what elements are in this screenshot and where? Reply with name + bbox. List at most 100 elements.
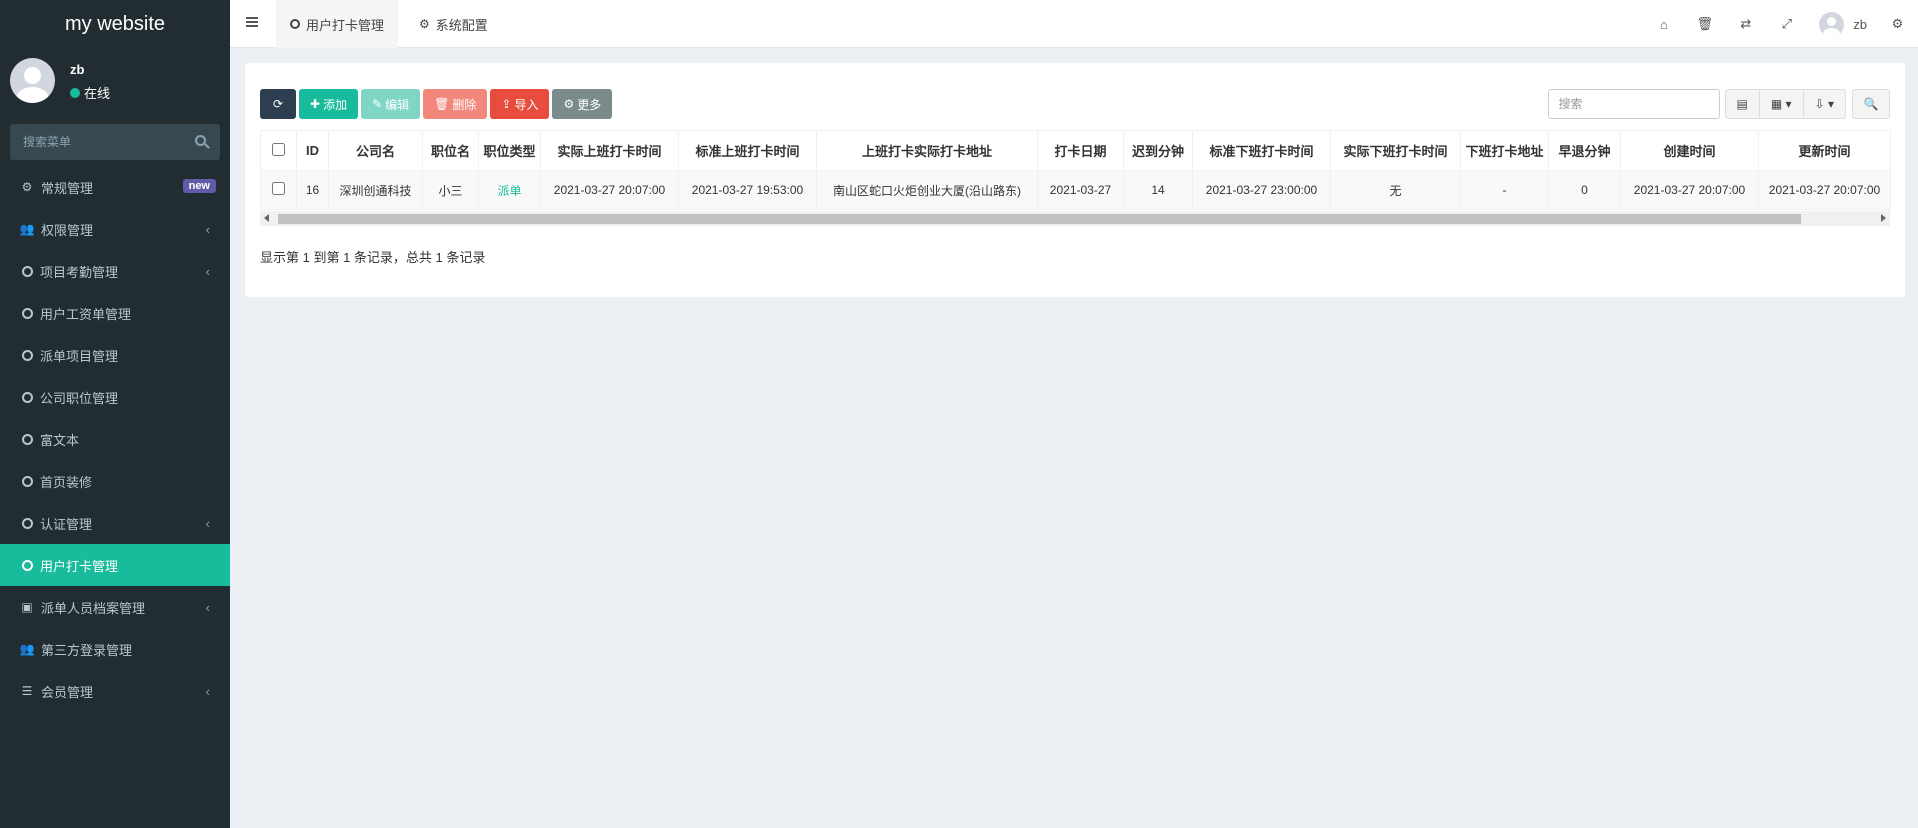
sidebar-item-third-party-login[interactable]: 👥 第三方登录管理 <box>0 628 230 670</box>
circle-icon <box>22 517 33 529</box>
column-header[interactable]: 创建时间 <box>1620 130 1759 171</box>
sidebar-item-label: 用户打卡管理 <box>40 558 119 574</box>
toggle-view-button[interactable]: ▤ <box>1724 89 1760 119</box>
column-header[interactable]: 下班打卡地址 <box>1460 130 1549 171</box>
add-label: 添加 <box>323 97 348 112</box>
column-header[interactable]: 实际上班打卡时间 <box>540 130 679 171</box>
table-cell: 2021-03-27 23:00:00 <box>1192 170 1331 210</box>
table-search-input[interactable] <box>1547 89 1720 119</box>
table-cell: 2021-03-27 20:07:00 <box>1758 170 1891 210</box>
columns-button[interactable]: ▦ ▾ <box>1758 89 1804 119</box>
column-header[interactable]: 更新时间 <box>1758 130 1891 171</box>
column-header[interactable]: 上班打卡实际打卡地址 <box>816 130 1038 171</box>
checkin-table: ID 公司名 职位名 职位类型 实际上班打卡时间 标准上班打卡时间 上班打卡实际… <box>260 130 1891 210</box>
position-type-link[interactable]: 派单 <box>478 170 541 210</box>
sidebar-item-label: 认证管理 <box>40 516 93 532</box>
column-header[interactable]: 实际下班打卡时间 <box>1330 130 1461 171</box>
top-user-menu[interactable]: zb <box>1819 11 1867 37</box>
column-header[interactable]: 标准下班打卡时间 <box>1192 130 1331 171</box>
row-checkbox[interactable] <box>272 182 285 195</box>
sidebar-item-general[interactable]: ⚙ 常规管理 new <box>0 166 230 208</box>
sidebar-item-label: 用户工资单管理 <box>40 306 132 322</box>
refresh-button[interactable]: ⟳ <box>260 89 296 119</box>
table-cell: 南山区蛇口火炬创业大厦(沿山路东) <box>816 170 1038 210</box>
horizontal-scrollbar[interactable] <box>260 211 1890 226</box>
add-button[interactable]: ✚ 添加 <box>299 89 359 119</box>
row-select-cell <box>260 170 297 210</box>
delete-label: 删除 <box>452 97 477 112</box>
home-icon[interactable]: ⌂ <box>1643 17 1684 32</box>
select-all-checkbox[interactable] <box>272 142 285 156</box>
circle-icon <box>290 19 300 29</box>
column-header[interactable]: 打卡日期 <box>1037 130 1124 171</box>
refresh-icon: ⟳ <box>272 97 284 111</box>
column-header[interactable]: 迟到分钟 <box>1123 130 1193 171</box>
table-view-icon: ▤ <box>1736 97 1748 111</box>
import-button[interactable]: ⇪ 导入 <box>490 89 550 119</box>
app-logo[interactable]: my website <box>0 0 230 48</box>
sidebar-item-label: 项目考勤管理 <box>40 264 119 280</box>
cogs-icon: ⚙ <box>21 180 33 194</box>
table-cell: 2021-03-27 <box>1037 170 1124 210</box>
more-button[interactable]: ⚙ 更多 <box>552 89 613 119</box>
sidebar-item-checkin[interactable]: 用户打卡管理 <box>0 544 230 586</box>
scroll-left-icon[interactable] <box>264 214 269 222</box>
column-header[interactable]: 标准上班打卡时间 <box>678 130 817 171</box>
translate-icon[interactable]: ⇄ <box>1725 16 1766 32</box>
circle-icon <box>22 349 33 361</box>
table-row[interactable]: 16 深圳创通科技 小三 派单 2021-03-27 20:07:00 2021… <box>260 170 1891 210</box>
column-header[interactable]: 公司名 <box>328 130 423 171</box>
plus-icon: ✚ <box>310 97 321 111</box>
table-right-tools: ▤ ▦ ▾ ⇩ ▾ 🔍 <box>1547 89 1890 119</box>
online-dot-icon <box>70 87 80 98</box>
sidebar-item-members[interactable]: ☰ 会员管理 ‹ <box>0 670 230 712</box>
edit-button[interactable]: ✎ 编辑 <box>361 89 421 119</box>
circle-icon <box>22 559 33 571</box>
user-status-text: 在线 <box>84 86 111 101</box>
tab-system-config[interactable]: ⚙ 系统配置 <box>405 0 502 48</box>
column-header[interactable]: 职位类型 <box>478 130 541 171</box>
sidebar-item-dispatch-project[interactable]: 派单项目管理 <box>0 334 230 376</box>
column-header[interactable]: 职位名 <box>422 130 479 171</box>
sidebar-item-attendance[interactable]: 项目考勤管理 ‹ <box>0 250 230 292</box>
delete-button[interactable]: 🗑 删除 <box>423 89 488 119</box>
tab-checkin[interactable]: 用户打卡管理 <box>276 0 399 48</box>
table-cell: 16 <box>296 170 329 210</box>
fullscreen-icon[interactable]: ⤢ <box>1766 16 1807 32</box>
menu-search-input[interactable] <box>10 124 220 160</box>
sidebar-item-label: 第三方登录管理 <box>41 642 133 658</box>
table-cell: 2021-03-27 20:07:00 <box>1620 170 1759 210</box>
sidebar-item-company-position[interactable]: 公司职位管理 <box>0 376 230 418</box>
sidebar-item-permission[interactable]: 👥 权限管理 ‹ <box>0 208 230 250</box>
column-header[interactable]: 早退分钟 <box>1548 130 1621 171</box>
scroll-right-icon[interactable] <box>1881 214 1886 222</box>
user-panel: zb 在线 <box>0 48 230 116</box>
circle-icon <box>22 265 33 277</box>
pagination-info: 显示第 1 到第 1 条记录，总共 1 条记录 <box>260 250 486 265</box>
trash-icon[interactable]: 🗑 <box>1684 16 1725 32</box>
cogs-icon[interactable]: ⚙ <box>1877 16 1918 32</box>
circle-icon <box>22 307 33 319</box>
user-name: zb <box>70 62 85 77</box>
search-icon[interactable] <box>195 135 206 146</box>
grid-icon: ▦ ▾ <box>1770 97 1792 111</box>
export-icon: ⇩ ▾ <box>1814 97 1834 111</box>
sidebar-item-label: 权限管理 <box>41 222 94 238</box>
content-panel: ⟳ ✚添加 ✎编辑 🗑删除 ⇪导入 ⚙更多 ▤ ▦ ▾ ⇩ ▾ 🔍 ID 公司名… <box>245 63 1905 297</box>
sidebar-item-payroll[interactable]: 用户工资单管理 <box>0 292 230 334</box>
advanced-search-button[interactable]: 🔍 <box>1852 89 1890 119</box>
sidebar-item-rich-text[interactable]: 富文本 <box>0 418 230 460</box>
sidebar-item-label: 常规管理 <box>41 180 94 196</box>
scrollbar-thumb[interactable] <box>278 214 1801 224</box>
sidebar-item-auth[interactable]: 认证管理 ‹ <box>0 502 230 544</box>
export-button[interactable]: ⇩ ▾ <box>1802 89 1846 119</box>
sidebar-item-dispatch-staff[interactable]: ▣ 派单人员档案管理 ‹ <box>0 586 230 628</box>
sidebar-toggle-icon[interactable] <box>246 17 258 27</box>
table-toolbar: ⟳ ✚ 添加 ✎ 编辑 🗑 删除 ⇪ 导入 ⚙ 更多 <box>260 89 613 119</box>
table-cell: 14 <box>1123 170 1193 210</box>
cog-icon: ⚙ <box>563 97 575 111</box>
tab-label: 用户打卡管理 <box>306 17 385 33</box>
sidebar-item-label: 派单项目管理 <box>40 348 119 364</box>
sidebar-item-home-decor[interactable]: 首页装修 <box>0 460 230 502</box>
column-header[interactable]: ID <box>296 130 329 171</box>
